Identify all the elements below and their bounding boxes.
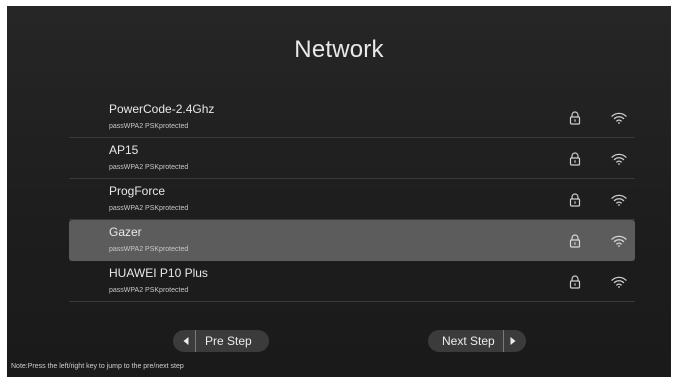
lock-icon <box>569 275 581 289</box>
page-title: Network <box>294 36 384 63</box>
network-security: passWPA2 PSKprotected <box>109 205 189 212</box>
network-ssid: AP15 <box>109 143 139 157</box>
network-security: passWPA2 PSKprotected <box>109 246 189 253</box>
network-ssid: PowerCode-2.4Ghz <box>109 102 215 116</box>
network-row-gazer[interactable]: Gazer passWPA2 PSKprotected <box>69 220 635 261</box>
arrow-left-icon <box>177 330 196 352</box>
network-security: passWPA2 PSKprotected <box>109 287 189 294</box>
network-security: passWPA2 PSKprotected <box>109 164 189 171</box>
lock-icon <box>569 234 581 248</box>
next-step-button[interactable]: Next Step <box>428 330 526 352</box>
lock-icon <box>569 193 581 207</box>
network-setup-panel: Network PowerCode-2.4Ghz passWPA2 PSKpro… <box>7 6 671 377</box>
network-row-huawei-p10-plus[interactable]: HUAWEI P10 Plus passWPA2 PSKprotected <box>69 261 635 302</box>
lock-icon <box>569 152 581 166</box>
lock-icon <box>569 111 581 125</box>
screen: Network PowerCode-2.4Ghz passWPA2 PSKpro… <box>0 0 680 386</box>
network-ssid: HUAWEI P10 Plus <box>109 266 208 280</box>
network-ssid: Gazer <box>109 225 142 239</box>
network-list: PowerCode-2.4Ghz passWPA2 PSKprotected A… <box>69 97 635 302</box>
wifi-icon <box>611 276 627 288</box>
wifi-icon <box>611 194 627 206</box>
wifi-icon <box>611 153 627 165</box>
network-ssid: ProgForce <box>109 184 166 198</box>
next-step-label: Next Step <box>442 334 495 348</box>
arrow-right-icon <box>503 330 522 352</box>
navigation-hint: Note:Press the left/right key to jump to… <box>11 363 184 370</box>
network-security: passWPA2 PSKprotected <box>109 123 189 130</box>
wifi-icon <box>611 235 627 247</box>
pre-step-label: Pre Step <box>205 334 252 348</box>
network-row-ap15[interactable]: AP15 passWPA2 PSKprotected <box>69 138 635 179</box>
network-row-progforce[interactable]: ProgForce passWPA2 PSKprotected <box>69 179 635 220</box>
pre-step-button[interactable]: Pre Step <box>173 330 269 352</box>
wifi-icon <box>611 112 627 124</box>
network-row-powercode[interactable]: PowerCode-2.4Ghz passWPA2 PSKprotected <box>69 97 635 138</box>
